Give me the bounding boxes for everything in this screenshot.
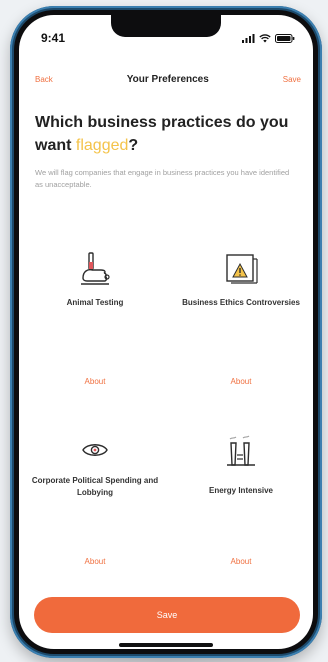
- practice-card-political-spending[interactable]: Corporate Political Spending and Lobbyin…: [25, 435, 165, 575]
- status-time: 9:41: [41, 31, 66, 45]
- save-link[interactable]: Save: [283, 75, 301, 84]
- status-icons: [242, 33, 295, 43]
- signal-icon: [242, 33, 255, 43]
- page-title: Your Preferences: [126, 73, 209, 85]
- phone-frame: 9:41 Back Your Preferences Save Which bu…: [10, 6, 322, 658]
- wifi-icon: [259, 33, 271, 42]
- battery-icon: [275, 33, 295, 43]
- about-link[interactable]: About: [171, 557, 311, 566]
- status-bar: 9:41: [41, 29, 295, 47]
- practice-label: Business Ethics Controversies: [182, 298, 300, 307]
- save-button[interactable]: Save: [34, 597, 300, 633]
- subtitle: We will flag companies that engage in bu…: [35, 168, 290, 189]
- about-link[interactable]: About: [171, 377, 311, 386]
- practice-card-energy-intensive[interactable]: Energy Intensive About: [171, 435, 311, 575]
- eye-icon: [82, 444, 108, 456]
- home-indicator: [119, 643, 213, 647]
- practice-label: Corporate Political Spending and Lobbyin…: [31, 476, 159, 497]
- about-link[interactable]: About: [25, 377, 165, 386]
- practice-label: Energy Intensive: [208, 486, 274, 495]
- practice-label: Animal Testing: [66, 298, 124, 307]
- warning-document-icon: [226, 254, 258, 284]
- top-nav: Back Your Preferences Save: [35, 71, 301, 87]
- app-screen: 9:41 Back Your Preferences Save Which bu…: [19, 15, 313, 649]
- practice-card-business-ethics[interactable]: Business Ethics Controversies About: [171, 251, 311, 391]
- back-button[interactable]: Back: [35, 75, 53, 84]
- factory-icon: [227, 435, 255, 466]
- flask-hand-icon: [81, 252, 110, 285]
- about-link[interactable]: About: [25, 557, 165, 566]
- heading-suffix: ?: [128, 137, 139, 154]
- heading-highlight: flagged: [75, 137, 129, 154]
- practice-card-animal-testing[interactable]: Animal Testing About: [25, 251, 165, 391]
- question-heading: Which business practices do you want fla…: [35, 111, 303, 157]
- heading-text: Which business practices do you want: [35, 114, 289, 154]
